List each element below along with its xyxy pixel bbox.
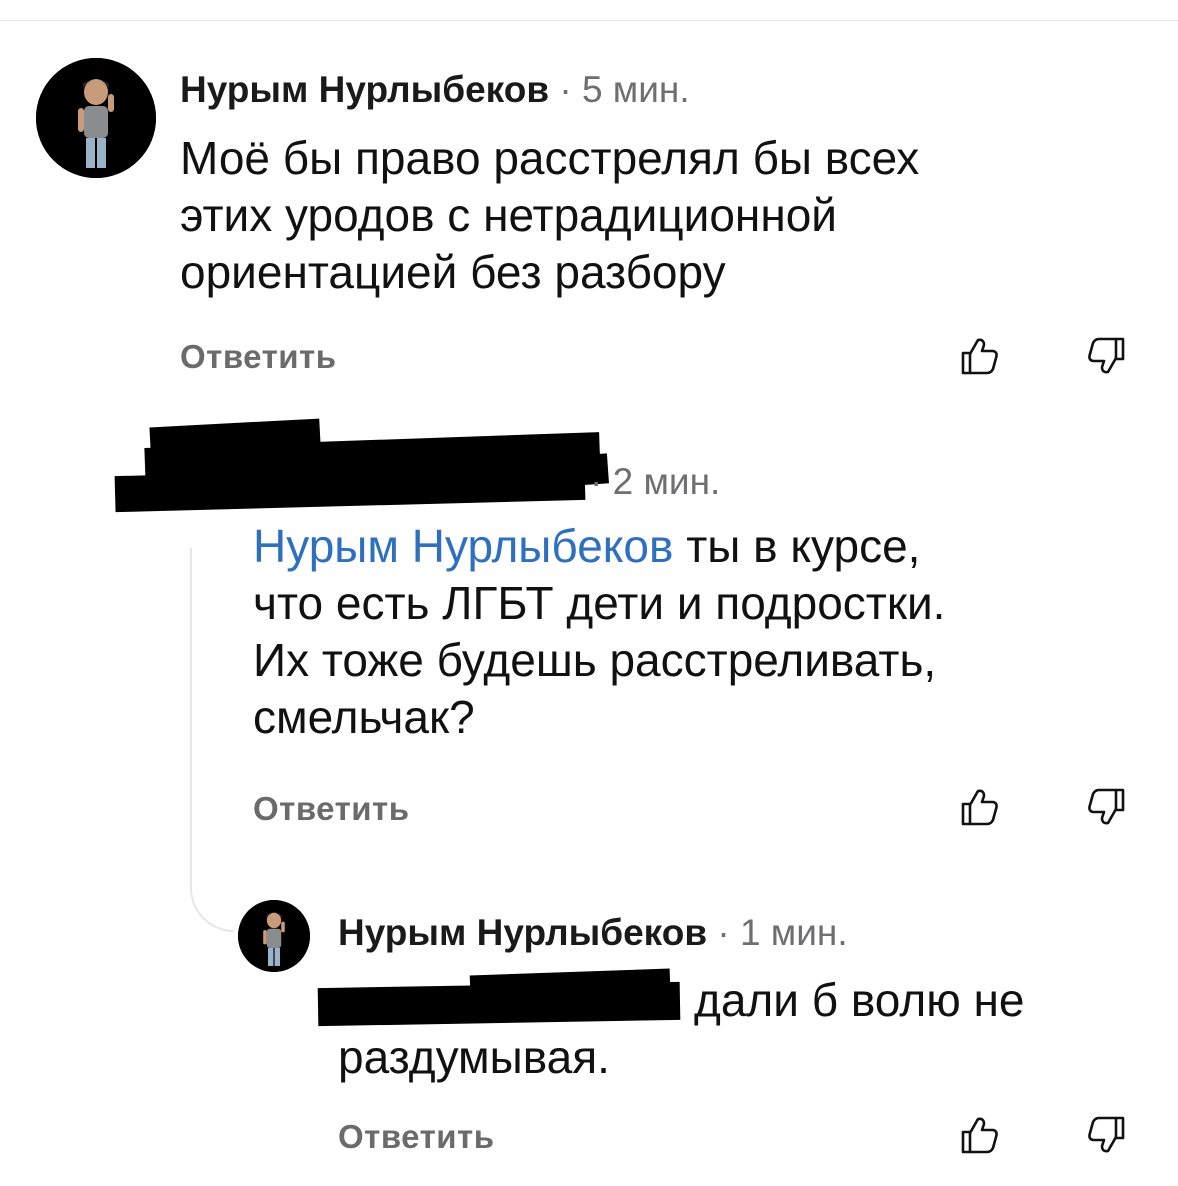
comment-line: этих уродов с нетрадиционной: [180, 189, 838, 242]
comment-body: Нурым Нурлыбеков ты в курсе, что есть ЛГ…: [253, 518, 945, 746]
reply-button[interactable]: Ответить: [180, 338, 337, 376]
reply-button[interactable]: Ответить: [338, 1118, 495, 1156]
top-divider: [0, 20, 1178, 21]
user-avatar-icon: [238, 900, 310, 972]
thumbs-down-icon: [1088, 337, 1125, 374]
thumbs-down-icon: [1088, 788, 1125, 825]
timestamp: 5 мин.: [581, 69, 690, 110]
separator-dot: ·: [590, 461, 603, 502]
like-button[interactable]: [960, 786, 1000, 828]
dislike-button[interactable]: [1086, 335, 1126, 377]
thread-connector: [190, 548, 234, 932]
comment-line: смельчак?: [253, 691, 475, 744]
separator-dot: ·: [717, 912, 730, 953]
comment-line: что есть ЛГБТ дети и подростки.: [253, 577, 946, 630]
comment-line: раздумывая.: [338, 1031, 610, 1084]
avatar[interactable]: [36, 58, 156, 178]
like-button[interactable]: [960, 335, 1000, 377]
comment-line: Их тоже будешь расстреливать,: [253, 634, 937, 687]
author-name[interactable]: Нурым Нурлыбеков: [180, 69, 549, 110]
comment-body: дали б волю не раздумывая.: [338, 972, 1024, 1086]
thumbs-up-icon: [961, 789, 998, 826]
like-button[interactable]: [960, 1114, 1000, 1156]
thumbs-down-icon: [1088, 1116, 1125, 1153]
thumbs-up-icon: [961, 1117, 998, 1154]
comment-header: Нурым Нурлыбеков · 5 мин.: [180, 71, 690, 108]
comment-line: ориентацией без разбору: [180, 246, 726, 299]
comment-header: Нурым Нурлыбеков · 1 мин.: [338, 914, 848, 951]
user-avatar-icon: [36, 58, 156, 178]
comment-line: Моё бы право расстрелял бы всех: [180, 132, 920, 184]
comment-line-rest: ты в курсе,: [673, 520, 921, 572]
thumbs-up-icon: [961, 338, 998, 375]
mention-link[interactable]: Нурым Нурлыбеков: [253, 520, 673, 572]
avatar[interactable]: [238, 900, 310, 972]
dislike-button[interactable]: [1086, 1114, 1126, 1156]
reply-button[interactable]: Ответить: [253, 790, 410, 828]
comment-body: Моё бы право расстрелял бы всех этих уро…: [180, 130, 919, 301]
comment-line: Нурым Нурлыбеков ты в курсе,: [253, 518, 945, 575]
author-name[interactable]: Нурым Нурлыбеков: [338, 912, 707, 953]
separator-dot: ·: [559, 69, 572, 110]
dislike-button[interactable]: [1086, 786, 1126, 828]
timestamp: 2 мин.: [612, 461, 721, 502]
comment-line: дали б волю не: [694, 974, 1025, 1026]
comment-header: · 2 мин.: [590, 463, 720, 500]
timestamp: 1 мин.: [739, 912, 848, 953]
